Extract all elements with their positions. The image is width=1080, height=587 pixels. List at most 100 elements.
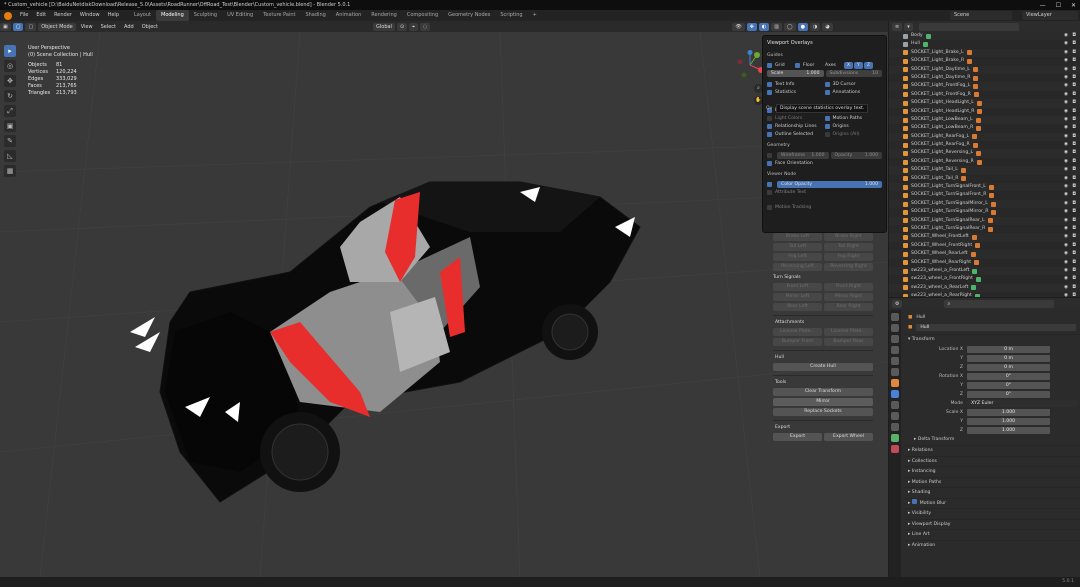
outliner-item[interactable]: SOCKET_Light_FrontFog_L ◉ ◘	[889, 82, 1080, 91]
render-camera-icon[interactable]: ◘	[1072, 233, 1076, 241]
visibility-eye-icon[interactable]: ◉	[1064, 141, 1068, 149]
view-layer-tab-icon[interactable]	[891, 346, 899, 354]
cursor-tool-icon[interactable]: ◎	[4, 60, 16, 72]
light-colors-checkbox[interactable]	[767, 115, 772, 121]
wireframe-opacity-field[interactable]: Opacity 1.000	[830, 151, 882, 159]
snap-icon[interactable]: ⌖	[409, 22, 418, 31]
visibility-eye-icon[interactable]: ◉	[1064, 91, 1068, 99]
menu-render[interactable]: Render	[50, 10, 76, 21]
workspace-tab-compositing[interactable]: Compositing	[402, 10, 443, 21]
orientation-dropdown[interactable]: Global	[373, 22, 395, 31]
add-cube-tool-icon[interactable]: ▦	[4, 165, 16, 177]
location-y-field[interactable]: 0 m	[967, 354, 1050, 362]
outliner-item[interactable]: Body ◉ ◘	[889, 32, 1080, 41]
turn-mirror-left-button[interactable]: Mirror Left	[773, 293, 822, 301]
render-camera-icon[interactable]: ◘	[1072, 267, 1076, 275]
statistics-checkbox[interactable]	[767, 89, 772, 95]
workspace-tab-texture-paint[interactable]: Texture Paint	[258, 10, 300, 21]
property-section-header[interactable]: ▸ Motion Blur	[904, 497, 1080, 509]
object-mode-dropdown[interactable]: Object Mode	[38, 22, 76, 31]
fog-right-button[interactable]: Fog Right	[824, 253, 873, 261]
brake-right-button[interactable]: Brake Right	[824, 233, 873, 241]
outliner-filter-icon[interactable]: ▾	[904, 22, 913, 31]
view-layer-selector[interactable]: ViewLayer	[1022, 11, 1078, 20]
visibility-eye-icon[interactable]: ◉	[1064, 32, 1068, 40]
visibility-eye-icon[interactable]: ◉	[1064, 158, 1068, 166]
render-camera-icon[interactable]: ◘	[1072, 40, 1076, 48]
location-z-field[interactable]: 0 m	[967, 363, 1050, 371]
scale-x-field[interactable]: 1.000	[967, 408, 1050, 416]
render-camera-icon[interactable]: ◘	[1072, 99, 1076, 107]
view-menu[interactable]: View	[78, 23, 96, 31]
data-tab-icon[interactable]	[891, 434, 899, 442]
outliner-item[interactable]: SOCKET_Wheel_RearRight ◉ ◘	[889, 259, 1080, 267]
tool-tab-icon[interactable]	[891, 313, 899, 321]
visibility-eye-icon[interactable]: ◉	[1064, 225, 1068, 233]
export-button[interactable]: Export	[773, 433, 822, 441]
visibility-eye-icon[interactable]: ◉	[1064, 133, 1068, 141]
visibility-eye-icon[interactable]: ◉	[1064, 82, 1068, 90]
bumper-front-button[interactable]: Bumper Front	[773, 338, 822, 346]
render-camera-icon[interactable]: ◘	[1072, 124, 1076, 132]
outliner-item[interactable]: SOCKET_Light_TurnSignalMirror_R ◉ ◘	[889, 208, 1080, 216]
replace-sockets-button[interactable]: Replace Sockets	[773, 408, 873, 416]
visibility-eye-icon[interactable]: ◉	[1064, 208, 1068, 216]
select-tool-icon[interactable]: ▸	[4, 45, 16, 57]
visibility-eye-icon[interactable]: ◉	[1064, 183, 1068, 191]
axis-x-toggle[interactable]: X	[843, 61, 853, 69]
text-info-checkbox[interactable]	[767, 81, 772, 87]
wireframe-field[interactable]: Wireframe 1.000	[777, 151, 829, 159]
rotation-z-field[interactable]: 0°	[967, 390, 1050, 398]
workspace-tab-shading[interactable]: Shading	[300, 10, 330, 21]
render-tab-icon[interactable]	[891, 324, 899, 332]
grid-scale-field[interactable]: Scale 1.000	[767, 69, 824, 77]
annotate-tool-icon[interactable]: ✎	[4, 135, 16, 147]
tools-heading[interactable]: Tools	[773, 375, 873, 388]
scale-z-field[interactable]: 1.000	[967, 426, 1050, 434]
render-camera-icon[interactable]: ◘	[1072, 284, 1076, 292]
face-orientation-checkbox[interactable]	[767, 160, 772, 166]
brake-left-button[interactable]: Brake Left	[773, 233, 822, 241]
axis-y-toggle[interactable]: Y	[853, 61, 863, 69]
property-section-header[interactable]: ▸ Animation	[904, 539, 1080, 551]
solid-shading-icon[interactable]: ●	[797, 22, 809, 31]
tail-left-button[interactable]: Tail Left	[773, 243, 822, 251]
pivot-icon[interactable]: ⊙	[396, 22, 408, 31]
visibility-eye-icon[interactable]: ◉	[1064, 200, 1068, 208]
object-tab-icon[interactable]	[891, 379, 899, 387]
render-camera-icon[interactable]: ◘	[1072, 200, 1076, 208]
visibility-eye-icon[interactable]: ◉	[1064, 66, 1068, 74]
select-mode-button[interactable]: ▢	[25, 22, 37, 31]
overlays-toggle-icon[interactable]: ◐	[758, 22, 770, 31]
visibility-eye-icon[interactable]: ◉	[1064, 108, 1068, 116]
3d-cursor-checkbox[interactable]	[824, 81, 830, 87]
menu-window[interactable]: Window	[76, 10, 104, 21]
visibility-eye-icon[interactable]: ◉	[1064, 49, 1068, 57]
render-camera-icon[interactable]: ◘	[1072, 166, 1076, 174]
property-section-header[interactable]: ▸ Line Art	[904, 529, 1080, 540]
proportional-icon[interactable]: ◌	[419, 22, 431, 31]
render-camera-icon[interactable]: ◘	[1072, 292, 1076, 297]
workspace-tab-scripting[interactable]: Scripting	[495, 10, 527, 21]
visibility-icon[interactable]: 👁	[732, 22, 745, 31]
render-camera-icon[interactable]: ◘	[1072, 91, 1076, 99]
axis-z-toggle[interactable]: Z	[863, 61, 873, 69]
visibility-eye-icon[interactable]: ◉	[1064, 284, 1068, 292]
render-camera-icon[interactable]: ◘	[1072, 57, 1076, 65]
rotation-y-field[interactable]: 0°	[967, 381, 1050, 389]
navigation-gizmo[interactable]	[735, 50, 765, 80]
outliner-item[interactable]: SOCKET_Wheel_RearLeft ◉ ◘	[889, 250, 1080, 259]
outliner-item[interactable]: SOCKET_Light_TurnSignalFront_L ◉ ◘	[889, 183, 1080, 192]
render-camera-icon[interactable]: ◘	[1072, 175, 1076, 183]
outliner-item[interactable]: SOCKET_Light_TurnSignalMirror_L ◉ ◘	[889, 199, 1080, 209]
add-menu[interactable]: Add	[121, 23, 137, 31]
workspace-tab-animation[interactable]: Animation	[331, 10, 367, 21]
origins-all-checkbox[interactable]	[824, 131, 830, 137]
visibility-eye-icon[interactable]: ◉	[1064, 217, 1068, 225]
render-camera-icon[interactable]: ◘	[1072, 275, 1076, 283]
grid-subdivisions-field[interactable]: Subdivisions 10	[825, 69, 882, 77]
render-camera-icon[interactable]: ◘	[1072, 108, 1076, 116]
fog-left-button[interactable]: Fog Left	[773, 253, 822, 261]
workspace-tab-uv-editing[interactable]: UV Editing	[222, 10, 258, 21]
property-section-header[interactable]: ▸ Instancing	[904, 466, 1080, 477]
